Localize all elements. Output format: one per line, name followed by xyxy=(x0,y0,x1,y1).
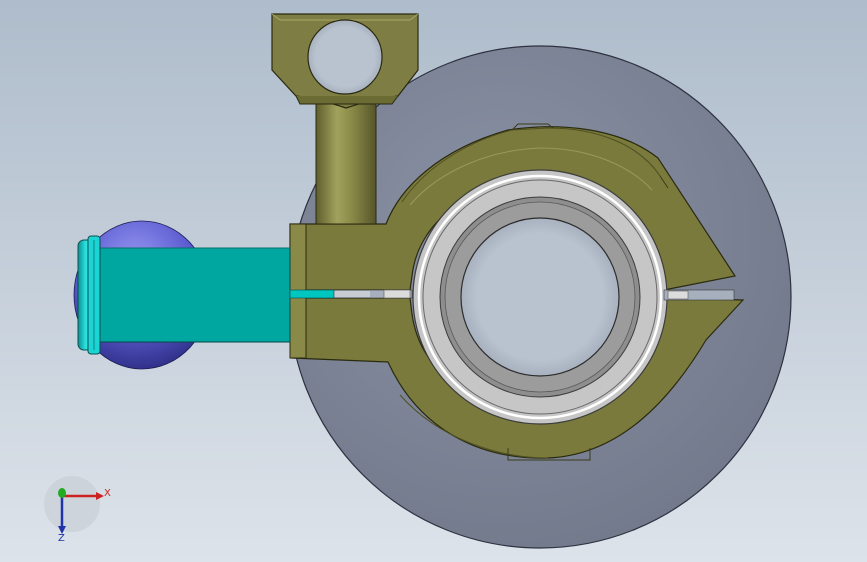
cad-viewport[interactable]: X Z xyxy=(0,0,867,562)
triad-z-label: Z xyxy=(58,533,65,544)
wingnut-eye-hole xyxy=(307,19,383,95)
triad-shadow xyxy=(44,476,100,532)
triad-y-axis[interactable] xyxy=(58,488,66,498)
triad-x-label: X xyxy=(104,488,111,499)
handle-end-cap[interactable] xyxy=(77,235,101,355)
cad-canvas[interactable]: X Z xyxy=(0,0,867,562)
wingnut-stem[interactable] xyxy=(315,101,377,225)
bore-hole xyxy=(460,217,620,377)
wingnut[interactable] xyxy=(271,13,419,109)
